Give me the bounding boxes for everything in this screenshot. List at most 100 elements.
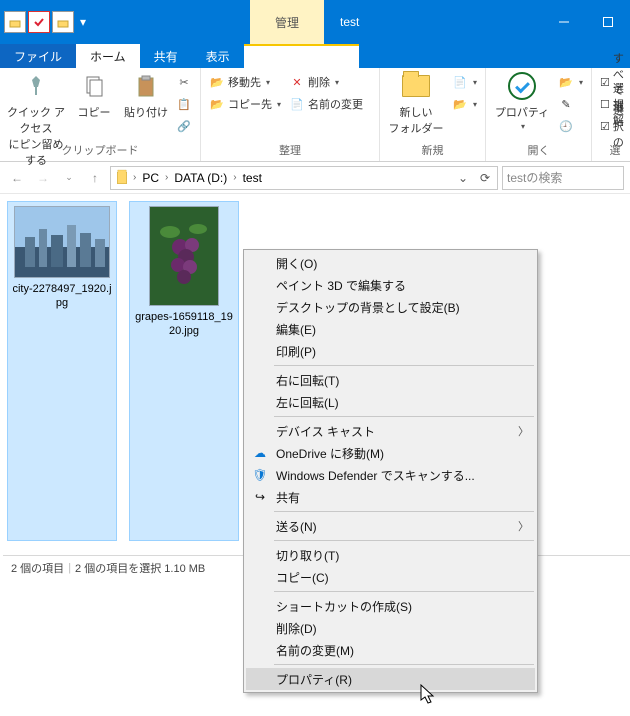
move-to-button[interactable]: 📂移動先▾ [207,72,283,92]
cut-button[interactable]: ✂ [174,72,194,92]
folder-icon [400,70,432,102]
ctx-defender[interactable]: 🛡Windows Defender でスキャンする... [246,464,535,486]
copy-to-icon: 📂 [209,96,225,112]
new-item-icon: 📄 [452,74,468,90]
title-bar: ▾ 管理 test [0,0,630,44]
ctx-shortcut[interactable]: ショートカットの作成(S) [246,595,535,617]
easy-access-icon: 📂 [452,96,468,112]
move-icon: 📂 [209,74,225,90]
edit-button[interactable]: ✎ [556,94,585,114]
rename-icon: 📄 [289,96,305,112]
group-organize: 📂移動先▾ 📂コピー先▾ ✕削除▾ 📄名前の変更 整理 [201,68,380,161]
contextual-tab-header: 管理 [250,0,324,44]
delete-icon: ✕ [289,74,305,90]
up-button[interactable]: ↑ [84,167,106,189]
breadcrumb-pc[interactable]: PC [138,171,163,185]
ctx-rotate-right[interactable]: 右に回転(T) [246,369,535,391]
group-new: 新しい フォルダー 📄▾ 📂▾ 新規 [380,68,486,161]
properties-icon [506,70,538,102]
tab-file[interactable]: ファイル [0,44,76,68]
quick-access-toolbar: ▾ [0,0,94,44]
copy-button[interactable]: コピー [70,70,118,120]
ctx-print[interactable]: 印刷(P) [246,340,535,362]
history-dropdown-icon[interactable]: ⌄ [453,171,473,185]
open-icon: 📂 [558,74,574,90]
forward-button[interactable]: → [32,167,54,189]
ctx-properties[interactable]: プロパティ(R) [246,668,535,690]
group-open: プロパティ▾ 📂▾ ✎ 🕘 開く [486,68,592,161]
qat-icon-3[interactable] [52,11,74,33]
back-button[interactable]: ← [6,167,28,189]
ctx-cut[interactable]: 切り取り(T) [246,544,535,566]
file-name: grapes-1659118_1920.jpg [134,310,234,339]
file-item[interactable]: city-2278497_1920.jpg [8,202,116,540]
thumbnail-city [14,206,110,278]
group-label-organize: 整理 [207,140,373,161]
open-with-button[interactable]: 📂▾ [556,72,585,92]
share-icon: ↪ [252,489,268,505]
onedrive-icon: ☁ [252,445,268,461]
chevron-right-icon: 〉 [518,518,529,534]
ctx-cast[interactable]: デバイス キャスト〉 [246,420,535,442]
group-label-select: 選 [598,140,630,161]
tab-view[interactable]: 表示 [192,44,244,68]
status-count: 2 個の項目 [11,560,64,576]
ctx-rotate-left[interactable]: 左に回転(L) [246,391,535,413]
thumbnail-grapes [149,206,219,306]
refresh-icon[interactable]: ⟳ [475,171,495,185]
history-button[interactable]: 🕘 [556,116,585,136]
chevron-right-icon: 〉 [518,423,529,439]
paste-icon [130,70,162,102]
ctx-wallpaper[interactable]: デスクトップの背景として設定(B) [246,296,535,318]
tab-share[interactable]: 共有 [140,44,192,68]
paste-button[interactable]: 貼り付け [122,70,170,120]
ctx-onedrive[interactable]: ☁OneDrive に移動(M) [246,442,535,464]
copy-to-button[interactable]: 📂コピー先▾ [207,94,283,114]
tab-picture-tools[interactable]: ピクチャ ツール [244,44,359,68]
invert-selection-button[interactable]: ☑選択の [598,116,630,136]
delete-button[interactable]: ✕削除▾ [287,72,373,92]
shield-icon: 🛡 [252,467,268,483]
history-icon: 🕘 [558,118,574,134]
new-folder-button[interactable]: 新しい フォルダー [386,70,446,136]
qat-icon-1[interactable] [4,11,26,33]
breadcrumb-folder[interactable]: test [239,171,266,185]
qat-icon-2[interactable] [28,11,50,33]
easy-access-button[interactable]: 📂▾ [450,94,479,114]
search-input[interactable]: testの検索 [502,166,624,190]
status-selection: 2 個の項目を選択 1.10 MB [75,560,205,576]
breadcrumb-drive[interactable]: DATA (D:) [170,171,231,185]
group-label-clipboard: クリップボード [6,140,194,161]
maximize-button[interactable] [586,0,630,44]
ctx-copy[interactable]: コピー(C) [246,566,535,588]
window-title: test [324,0,542,44]
folder-icon [113,169,131,187]
select-none-icon: ☐ [600,96,610,112]
ctx-paint3d[interactable]: ペイント 3D で編集する [246,274,535,296]
context-menu: 開く(O) ペイント 3D で編集する デスクトップの背景として設定(B) 編集… [243,249,538,693]
address-bar: ← → ⌄ ↑ › PC› DATA (D:)› test ⌄ ⟳ testの検… [0,162,630,194]
recent-button[interactable]: ⌄ [58,167,80,189]
rename-button[interactable]: 📄名前の変更 [287,94,373,114]
ctx-open[interactable]: 開く(O) [246,252,535,274]
copy-path-button[interactable]: 📋 [174,94,194,114]
ctx-edit[interactable]: 編集(E) [246,318,535,340]
ctx-share[interactable]: ↪共有 [246,486,535,508]
ctx-delete[interactable]: 削除(D) [246,617,535,639]
ctx-rename[interactable]: 名前の変更(M) [246,639,535,661]
tab-home[interactable]: ホーム [76,44,140,68]
file-item[interactable]: grapes-1659118_1920.jpg [130,202,238,540]
properties-button[interactable]: プロパティ▾ [492,70,552,131]
copy-path-icon: 📋 [176,96,192,112]
breadcrumb[interactable]: › PC› DATA (D:)› test ⌄ ⟳ [110,166,498,190]
paste-shortcut-button[interactable]: 🔗 [174,116,194,136]
copy-icon [78,70,110,102]
group-clipboard: クイック アクセス にピン留めする コピー 貼り付け ✂ 📋 🔗 クリップボード [0,68,201,161]
group-label-open: 開く [492,140,585,161]
new-item-button[interactable]: 📄▾ [450,72,479,92]
file-name: city-2278497_1920.jpg [12,282,112,311]
ribbon-tabs: ファイル ホーム 共有 表示 ピクチャ ツール [0,44,630,68]
minimize-button[interactable] [542,0,586,44]
ctx-sendto[interactable]: 送る(N)〉 [246,515,535,537]
qat-dropdown-icon[interactable]: ▾ [76,15,90,29]
